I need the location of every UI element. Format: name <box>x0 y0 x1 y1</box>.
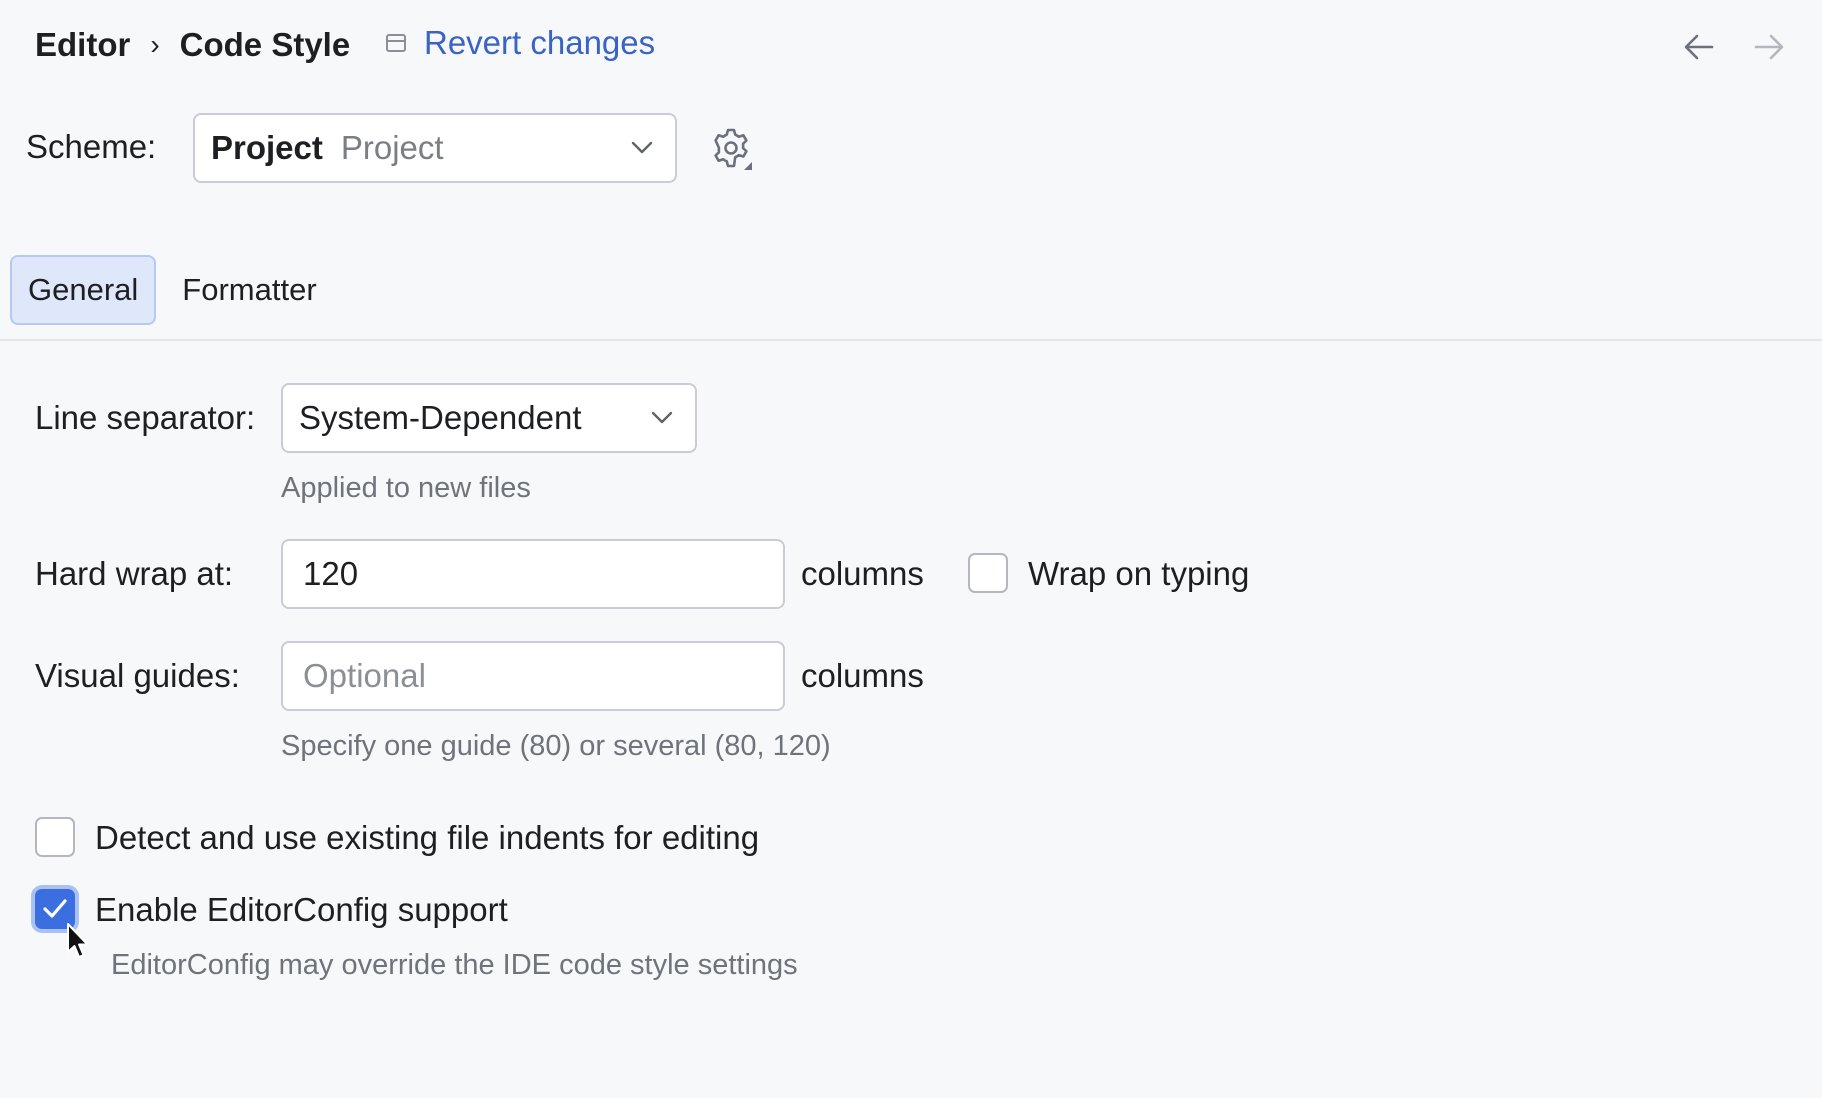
breadcrumb-separator: › <box>150 29 160 60</box>
scheme-type: Project <box>340 129 444 166</box>
tabs-divider <box>0 339 1822 341</box>
line-separator-hint: Applied to new files <box>281 472 531 504</box>
visual-guides-input[interactable]: Optional <box>281 641 785 711</box>
tab-general[interactable]: General <box>10 255 157 325</box>
checkmark-icon <box>43 899 67 918</box>
visual-guides-columns-suffix: columns <box>801 657 924 694</box>
visual-guides-hint: Specify one guide (80) or several (80, 1… <box>281 730 831 762</box>
hard-wrap-value: 120 <box>303 555 359 592</box>
chevron-down-icon <box>631 141 653 154</box>
line-separator-dropdown[interactable]: System-Dependent <box>281 383 697 453</box>
detect-indents-label[interactable]: Detect and use existing file indents for… <box>95 819 759 857</box>
editorconfig-label[interactable]: Enable EditorConfig support <box>95 891 508 929</box>
mouse-pointer-icon <box>67 923 89 958</box>
detect-indents-checkbox[interactable] <box>35 817 75 857</box>
line-separator-value: System-Dependent <box>299 399 582 436</box>
chevron-down-icon <box>651 411 673 424</box>
gear-icon[interactable] <box>708 126 754 172</box>
modified-document-icon <box>386 34 406 52</box>
visual-guides-label: Visual guides: <box>35 657 240 694</box>
revert-changes-link[interactable]: Revert changes <box>386 24 655 62</box>
breadcrumb: Editor › Code Style <box>35 26 350 64</box>
visual-guides-placeholder: Optional <box>303 657 426 694</box>
breadcrumb-editor[interactable]: Editor <box>35 26 130 64</box>
arrow-right-icon[interactable] <box>1752 30 1786 64</box>
wrap-on-typing-checkbox[interactable] <box>968 553 1008 593</box>
arrow-left-icon[interactable] <box>1682 30 1716 64</box>
hard-wrap-label: Hard wrap at: <box>35 555 234 592</box>
navigation-arrows <box>1682 30 1786 64</box>
revert-changes-label: Revert changes <box>424 24 656 61</box>
scheme-label: Scheme: <box>26 128 157 165</box>
tab-bar: General Formatter <box>10 255 335 325</box>
scheme-name: Project <box>211 129 323 166</box>
scheme-dropdown[interactable]: Project Project <box>193 113 677 183</box>
breadcrumb-code-style: Code Style <box>179 26 351 63</box>
hard-wrap-columns-suffix: columns <box>801 555 924 592</box>
tab-formatter[interactable]: Formatter <box>164 255 334 325</box>
editorconfig-hint: EditorConfig may override the IDE code s… <box>111 949 798 981</box>
wrap-on-typing-label[interactable]: Wrap on typing <box>1028 555 1249 593</box>
code-style-settings-page: Editor › Code Style Revert changes Schem… <box>0 0 1822 1098</box>
line-separator-label: Line separator: <box>35 399 256 436</box>
hard-wrap-input[interactable]: 120 <box>281 539 785 609</box>
